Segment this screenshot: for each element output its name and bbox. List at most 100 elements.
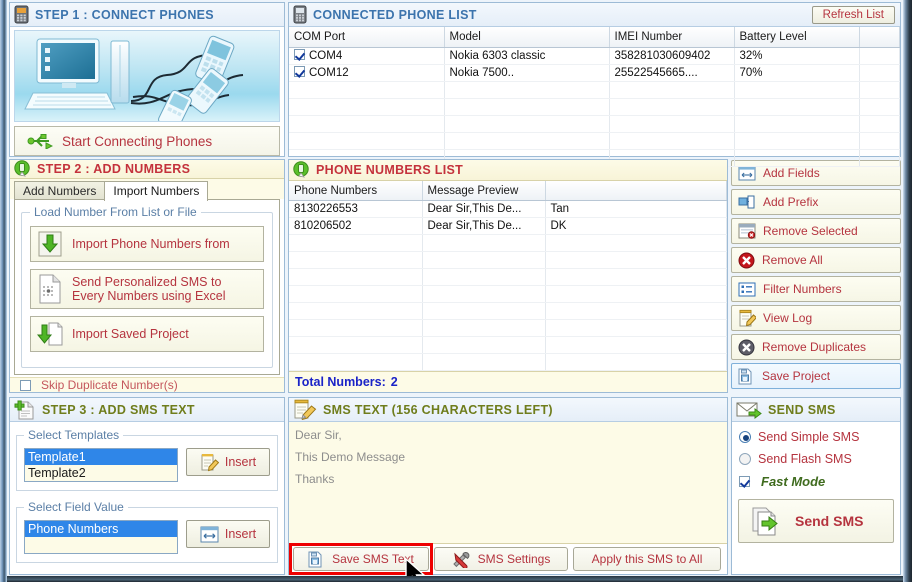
column-phone-numbers: Phone Numbers [289,180,423,202]
column-com-port: COM Port [289,27,445,48]
list-item[interactable]: Phone Numbers [25,521,177,537]
action-label: View Log [763,311,813,325]
table-row-empty [289,302,727,321]
edit-note-icon [200,453,219,472]
remove-selected-icon [738,223,756,239]
cell-phone-number: 8130226553 [289,200,423,219]
insert-field-label: Insert [224,527,257,541]
send-sms-label: Send SMS [795,513,864,529]
column-model: Model [444,27,610,48]
tab-import-numbers[interactable]: Import Numbers [104,181,209,201]
refresh-list-button[interactable]: Refresh List [811,6,895,24]
remove-selected-button[interactable]: Remove Selected [731,218,901,244]
action-label: Save Project [762,369,831,383]
filter-numbers-button[interactable]: Filter Numbers [731,276,901,302]
send-documents-icon [751,505,785,537]
insert-field-icon [200,526,219,543]
add-prefix-button[interactable]: Add Prefix [731,189,901,215]
table-row[interactable]: COM12 Nokia 7500.. 25522545665.... 70% [289,64,900,82]
application-content: STEP 1 : CONNECT PHONES Start Connecting… [7,0,903,582]
templates-listbox[interactable]: Template1 Template2 [24,448,178,482]
add-document-icon [14,400,36,420]
skip-duplicate-numbers-row[interactable]: Skip Duplicate Number(s) [10,377,284,392]
tab-add-numbers[interactable]: Add Numbers [14,181,106,200]
notepad-pencil-icon [293,399,317,420]
select-field-value-group: Select Field Value Phone Numbers Insert [16,500,278,563]
skip-duplicate-label: Skip Duplicate Number(s) [41,378,178,392]
step2-title: STEP 2 : ADD NUMBERS [37,162,191,176]
action-label: Add Prefix [763,195,819,209]
row-step3: STEP 3 : ADD SMS TEXT Select Templates T… [7,395,903,582]
cell-model: Nokia 6303 classic [444,47,610,65]
row-step1: STEP 1 : CONNECT PHONES Start Connecting… [7,0,903,167]
window-left-edge [0,0,7,582]
send-sms-button[interactable]: Send SMS [738,499,894,543]
list-item[interactable]: Template2 [25,465,177,481]
load-number-group-legend: Load Number From List or File [34,205,197,219]
list-item[interactable]: Template1 [25,449,177,465]
import-saved-project-button[interactable]: Import Saved Project [30,316,264,352]
action-label: Add Fields [763,166,820,180]
sms-text-header: SMS TEXT (156 CHARACTERS LEFT) [289,398,727,422]
insert-field-button[interactable]: Insert [186,520,270,548]
total-numbers-row: Total Numbers: 2 [289,371,727,392]
table-row-empty [289,353,727,372]
sms-settings-button[interactable]: SMS Settings [434,547,568,571]
import-phone-numbers-label: Import Phone Numbers from [72,236,230,251]
send-flash-sms-radio[interactable] [739,453,751,465]
send-simple-sms-option[interactable]: Send Simple SMS [732,426,900,448]
connected-phone-list-panel: CONNECTED PHONE LIST Refresh List COM Po… [288,2,901,167]
connect-phones-illustration [14,30,280,122]
tools-icon [452,551,471,568]
table-row[interactable]: COM4 Nokia 6303 classic 358281030609402 32% [289,47,900,65]
select-templates-section: Select Templates Template1 Template2 Ins… [16,428,278,491]
sms-text-area[interactable]: Dear Sir, This Demo Message Thanks [289,422,727,544]
window-right-edge [903,0,912,582]
sms-text-title: SMS TEXT (156 CHARACTERS LEFT) [323,402,553,417]
save-sms-text-button[interactable]: Save SMS Text [293,547,429,571]
cell-phone-number: 810206502 [289,217,423,236]
skip-duplicate-checkbox[interactable] [20,379,31,391]
cell-com-port[interactable]: COM12 [289,64,445,82]
import-saved-project-label: Import Saved Project [72,326,189,341]
application-window: STEP 1 : CONNECT PHONES Start Connecting… [0,0,912,582]
row-checkbox[interactable] [294,66,305,77]
connected-phone-list-title: CONNECTED PHONE LIST [313,7,477,22]
insert-template-label: Insert [224,455,257,469]
send-flash-sms-label: Send Flash SMS [758,452,852,466]
step3-title: STEP 3 : ADD SMS TEXT [42,402,195,417]
fast-mode-checkbox[interactable] [739,475,750,487]
step2-panel: STEP 2 : ADD NUMBERS Add Numbers Import … [9,159,285,393]
send-personalized-sms-excel-button[interactable]: Send Personalized SMS to Every Numbers u… [30,269,264,309]
remove-duplicates-button[interactable]: Remove Duplicates [731,334,901,360]
import-phone-numbers-button[interactable]: Import Phone Numbers from [30,226,264,262]
send-simple-sms-radio[interactable] [739,431,751,443]
mobile-phone-icon [293,5,307,24]
start-connecting-phones-button[interactable]: Start Connecting Phones [14,126,280,156]
view-log-button[interactable]: View Log [731,305,901,331]
total-numbers-value: 2 [390,375,398,390]
table-row[interactable]: 810206502 Dear Sir,This De... DK [289,217,727,236]
connected-phone-table-header: COM Port Model IMEI Number Battery Level [289,27,900,48]
send-flash-sms-option[interactable]: Send Flash SMS [732,448,900,470]
apply-sms-to-all-button[interactable]: Apply this SMS to All [573,547,721,571]
excel-document-icon [37,274,63,304]
row-checkbox[interactable] [294,49,305,60]
sms-actions-bar: Save SMS Text SMS Settings Apply this SM… [289,543,727,582]
connected-phone-table: COM Port Model IMEI Number Battery Level… [289,27,900,167]
column-battery: Battery Level [734,27,860,48]
action-label: Remove Duplicates [762,340,867,354]
remove-all-button[interactable]: Remove All [731,247,901,273]
sms-text-line: This Demo Message [295,450,406,464]
table-row[interactable]: 8130226553 Dear Sir,This De... Tan [289,200,727,219]
apply-sms-to-all-label: Apply this SMS to All [591,552,703,566]
save-project-button[interactable]: Save Project [731,363,901,389]
cell-battery: 70% [734,64,860,82]
insert-template-button[interactable]: Insert [186,448,270,476]
cell-imei: 25522545665.... [609,64,735,82]
cell-com-port[interactable]: COM4 [289,47,445,65]
table-row-empty [289,132,900,150]
fast-mode-option[interactable]: Fast Mode [732,470,900,492]
sms-settings-label: SMS Settings [477,552,551,566]
field-value-listbox[interactable]: Phone Numbers [24,520,178,554]
